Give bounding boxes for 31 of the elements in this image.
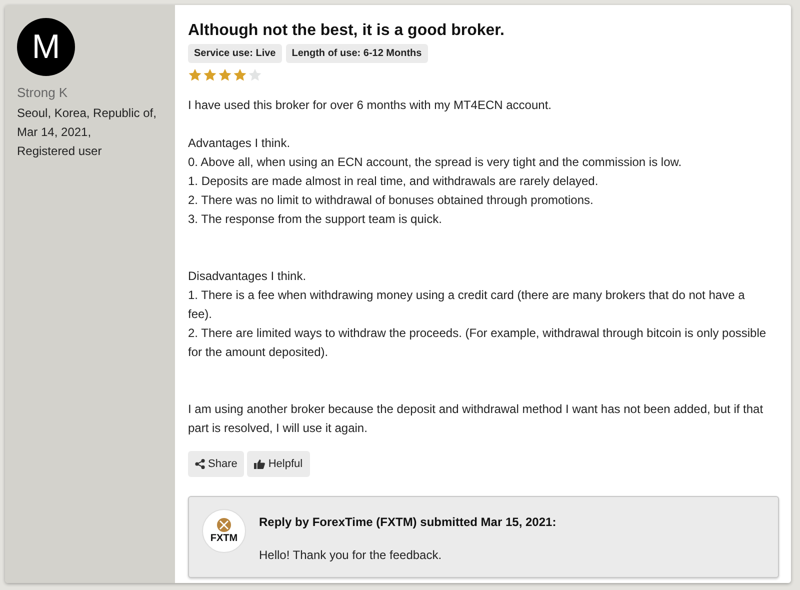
author-detail: Registered user <box>17 142 103 160</box>
review-text: Disadvantages I think. <box>188 268 308 285</box>
logo-mark-icon <box>217 518 231 532</box>
review-text: 3. The response from the support team is quick. <box>188 211 443 228</box>
star-icon <box>218 68 232 82</box>
star-icon <box>188 68 202 82</box>
author-detail: Mar 14, 2021, <box>17 124 92 140</box>
review-text: 2. There are limited ways to withdraw the proceeds. (For example, withdrawal through bitcoin is only possible for the amount deposited). <box>188 325 767 361</box>
star-icon <box>233 68 247 82</box>
company-logo: FXTM <box>202 509 246 553</box>
tag: Service use: Live <box>188 44 282 63</box>
review-text: I have used this broker for over 6 months with my MT4ECN account. <box>188 97 552 114</box>
review-text: 1. There is a fee when withdrawing money using a credit card (there are many brokers that do not have a fee). <box>188 287 746 323</box>
author-detail: Seoul, Korea, Republic of, <box>17 104 158 122</box>
review-text: 2. There was no limit to withdrawal of bonuses obtained through promotions. <box>188 192 594 209</box>
review-text: I am using another broker because the deposit and withdrawal method I want has not been added, but if that part is resolved, I will use it again. <box>188 401 764 437</box>
star-icon <box>203 68 217 82</box>
share-button[interactable]: Share <box>188 451 244 477</box>
review-text: 0. Above all, when using an ECN account, the spread is very tight and the commission is low. <box>188 154 683 171</box>
reply-heading: Reply by ForexTime (FXTM) submitted Mar 15, 2021: <box>259 514 556 531</box>
helpful-button[interactable]: Helpful <box>247 451 310 477</box>
review-text: 1. Deposits are made almost in real time, and withdrawals are rarely delayed. <box>188 173 600 190</box>
author-name: Strong K <box>17 84 69 102</box>
share-icon <box>195 459 205 469</box>
tag: Length of use: 6-12 Months <box>286 44 428 63</box>
review-text: Advantages I think. <box>188 135 292 152</box>
star-icon <box>248 68 262 82</box>
review-title: Although not the best, it is a good broker. <box>188 21 506 41</box>
thumbs-up-icon <box>254 459 266 469</box>
reply-text: Hello! Thank you for the feedback. <box>259 547 443 564</box>
avatar: M <box>17 18 75 76</box>
